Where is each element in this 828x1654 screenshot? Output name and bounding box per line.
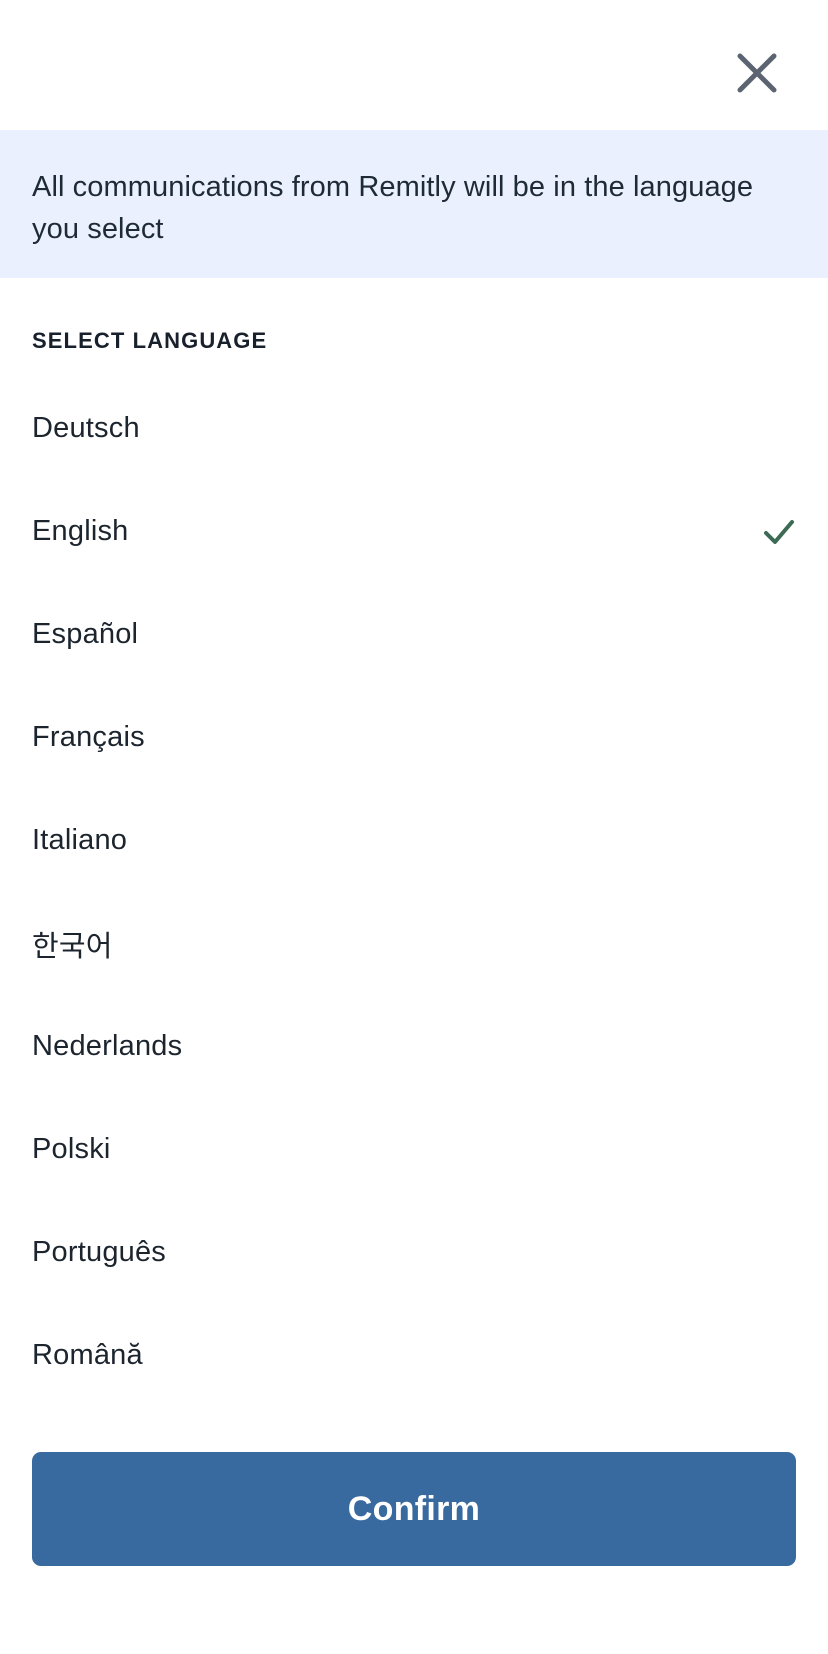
modal-header bbox=[0, 0, 828, 130]
language-list-item[interactable]: Português bbox=[0, 1201, 828, 1304]
language-list-item[interactable]: Español bbox=[0, 583, 828, 686]
language-label: Deutsch bbox=[32, 412, 140, 444]
language-list-item[interactable]: Nederlands bbox=[0, 995, 828, 1098]
modal-footer: Confirm bbox=[0, 1372, 828, 1654]
language-list-item[interactable]: English bbox=[0, 480, 828, 583]
language-list[interactable]: Deutsch English Español Français Italiano 한국어… bbox=[0, 377, 828, 1372]
language-label: Español bbox=[32, 618, 139, 650]
language-list-item[interactable]: 한국어 bbox=[0, 892, 828, 995]
language-list-item[interactable]: Română bbox=[0, 1304, 828, 1372]
info-banner: All communications from Remitly will be … bbox=[0, 130, 828, 278]
language-label: Română bbox=[32, 1339, 143, 1371]
language-label: Italiano bbox=[32, 824, 128, 856]
confirm-button[interactable]: Confirm bbox=[32, 1452, 796, 1566]
language-list-item[interactable]: Italiano bbox=[0, 789, 828, 892]
select-language-heading: SELECT LANGUAGE bbox=[32, 328, 268, 353]
language-label: Português bbox=[32, 1236, 166, 1268]
language-list-region[interactable]: SELECT LANGUAGE Deutsch English Español Fra… bbox=[0, 278, 828, 1372]
close-button[interactable] bbox=[726, 42, 788, 104]
language-label: Nederlands bbox=[32, 1030, 183, 1062]
check-icon bbox=[762, 515, 796, 549]
language-label: Polski bbox=[32, 1133, 111, 1165]
language-list-item[interactable]: Deutsch bbox=[0, 377, 828, 480]
language-list-item[interactable]: Polski bbox=[0, 1098, 828, 1201]
language-label: English bbox=[32, 515, 129, 547]
close-icon bbox=[734, 50, 780, 96]
language-label: 한국어 bbox=[32, 930, 113, 963]
info-banner-text: All communications from Remitly will be … bbox=[32, 171, 754, 245]
language-label: Français bbox=[32, 721, 145, 753]
language-list-item[interactable]: Français bbox=[0, 686, 828, 789]
